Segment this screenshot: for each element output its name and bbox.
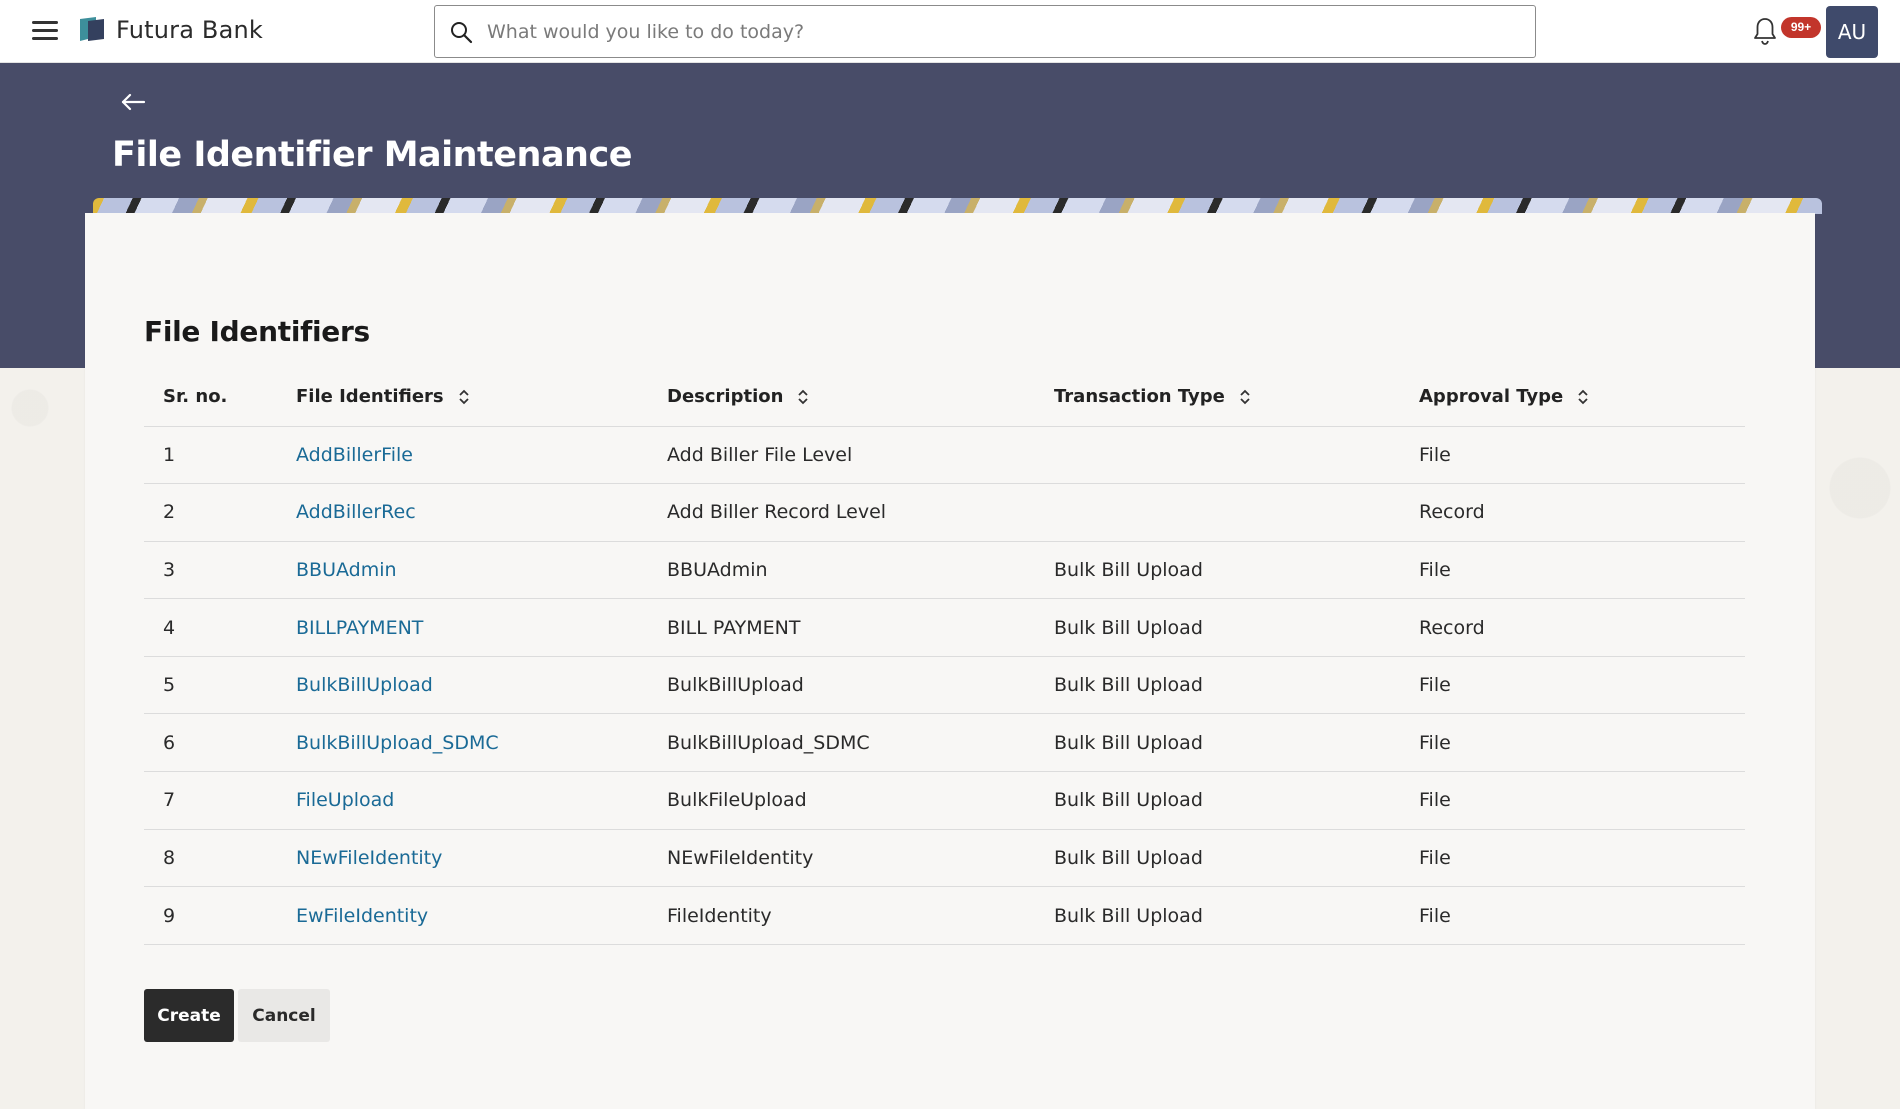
column-header-sr-no: Sr. no. [144, 368, 296, 427]
column-header-file-identifiers[interactable]: File Identifiers [296, 368, 667, 427]
cell-description: Add Biller Record Level [667, 483, 1054, 542]
table-row: 7 FileUpload BulkFileUpload Bulk Bill Up… [144, 771, 1745, 830]
bank-logo-icon [80, 17, 104, 41]
create-button[interactable]: Create [144, 989, 234, 1042]
brand-name[interactable]: Futura Bank [116, 16, 263, 44]
notification-bell-icon[interactable] [1752, 16, 1778, 46]
cell-transaction-type: Bulk Bill Upload [1054, 598, 1419, 657]
cell-approval-type: Record [1419, 598, 1745, 657]
cell-description: Add Biller File Level [667, 426, 1054, 485]
cell-transaction-type: Bulk Bill Upload [1054, 656, 1419, 715]
file-identifier-link[interactable]: BILLPAYMENT [296, 617, 423, 639]
cell-description: BILL PAYMENT [667, 598, 1054, 657]
decorative-strip [93, 198, 1822, 214]
cell-sr-no: 6 [144, 713, 296, 773]
sort-icon[interactable] [458, 388, 470, 406]
cell-transaction-type: Bulk Bill Upload [1054, 771, 1419, 830]
notification-badge[interactable]: 99+ [1781, 17, 1821, 38]
cell-approval-type: File [1419, 771, 1745, 830]
cell-description: BulkBillUpload_SDMC [667, 713, 1054, 773]
user-avatar[interactable]: AU [1826, 6, 1878, 58]
cell-approval-type: Record [1419, 483, 1745, 542]
sort-icon[interactable] [797, 388, 809, 406]
file-identifier-link[interactable]: FileUpload [296, 789, 394, 811]
search-icon [451, 22, 473, 44]
column-header-transaction-type[interactable]: Transaction Type [1054, 368, 1419, 427]
file-identifier-link[interactable]: BulkBillUpload [296, 674, 433, 696]
file-identifier-link[interactable]: BulkBillUpload_SDMC [296, 732, 499, 754]
cancel-button[interactable]: Cancel [238, 989, 330, 1042]
file-identifier-link[interactable]: AddBillerFile [296, 444, 413, 466]
cell-sr-no: 2 [144, 483, 296, 542]
cell-sr-no: 8 [144, 829, 296, 888]
cell-transaction-type: Bulk Bill Upload [1054, 829, 1419, 888]
file-identifier-link[interactable]: BBUAdmin [296, 559, 397, 581]
cell-description: BulkBillUpload [667, 656, 1054, 715]
section-title: File Identifiers [144, 315, 370, 348]
table-row: 3 BBUAdmin BBUAdmin Bulk Bill Upload Fil… [144, 541, 1745, 600]
cell-sr-no: 5 [144, 656, 296, 715]
cell-sr-no: 1 [144, 426, 296, 485]
table-row: 8 NEwFileIdentity NEwFileIdentity Bulk B… [144, 829, 1745, 888]
cell-description: NEwFileIdentity [667, 829, 1054, 888]
cell-transaction-type: Bulk Bill Upload [1054, 541, 1419, 600]
top-bar: Futura Bank 99+ AU [0, 0, 1900, 63]
page-title: File Identifier Maintenance [112, 135, 632, 175]
table-row: 9 EwFileIdentity FileIdentity Bulk Bill … [144, 886, 1745, 945]
sort-icon[interactable] [1239, 388, 1251, 406]
cell-transaction-type [1054, 426, 1419, 485]
cell-sr-no: 7 [144, 771, 296, 830]
search-input[interactable] [487, 14, 1517, 50]
cell-description: FileIdentity [667, 886, 1054, 945]
cell-description: BBUAdmin [667, 541, 1054, 600]
sort-icon[interactable] [1577, 388, 1589, 406]
cell-description: BulkFileUpload [667, 771, 1054, 830]
cell-approval-type: File [1419, 713, 1745, 773]
file-identifier-link[interactable]: EwFileIdentity [296, 905, 428, 927]
cell-approval-type: File [1419, 541, 1745, 600]
cell-sr-no: 3 [144, 541, 296, 600]
table-row: 2 AddBillerRec Add Biller Record Level R… [144, 483, 1745, 542]
column-header-approval-type[interactable]: Approval Type [1419, 368, 1745, 427]
cell-transaction-type [1054, 483, 1419, 542]
cell-approval-type: File [1419, 829, 1745, 888]
menu-icon[interactable] [32, 20, 58, 42]
table-header-row: Sr. no. File Identifiers Description Tra… [144, 368, 1745, 427]
cell-approval-type: File [1419, 656, 1745, 715]
table-row: 5 BulkBillUpload BulkBillUpload Bulk Bil… [144, 656, 1745, 715]
column-header-description[interactable]: Description [667, 368, 1054, 427]
back-arrow-icon[interactable] [120, 92, 146, 112]
table-row: 1 AddBillerFile Add Biller File Level Fi… [144, 426, 1745, 485]
cell-sr-no: 9 [144, 886, 296, 945]
file-identifiers-table: Sr. no. File Identifiers Description Tra… [144, 368, 1745, 945]
cell-sr-no: 4 [144, 598, 296, 657]
cell-transaction-type: Bulk Bill Upload [1054, 886, 1419, 945]
file-identifier-link[interactable]: AddBillerRec [296, 501, 416, 523]
cell-approval-type: File [1419, 426, 1745, 485]
cell-approval-type: File [1419, 886, 1745, 945]
search-bar[interactable] [434, 5, 1536, 58]
cell-transaction-type: Bulk Bill Upload [1054, 713, 1419, 773]
file-identifier-link[interactable]: NEwFileIdentity [296, 847, 442, 869]
table-row: 6 BulkBillUpload_SDMC BulkBillUpload_SDM… [144, 713, 1745, 773]
table-row: 4 BILLPAYMENT BILL PAYMENT Bulk Bill Upl… [144, 598, 1745, 657]
